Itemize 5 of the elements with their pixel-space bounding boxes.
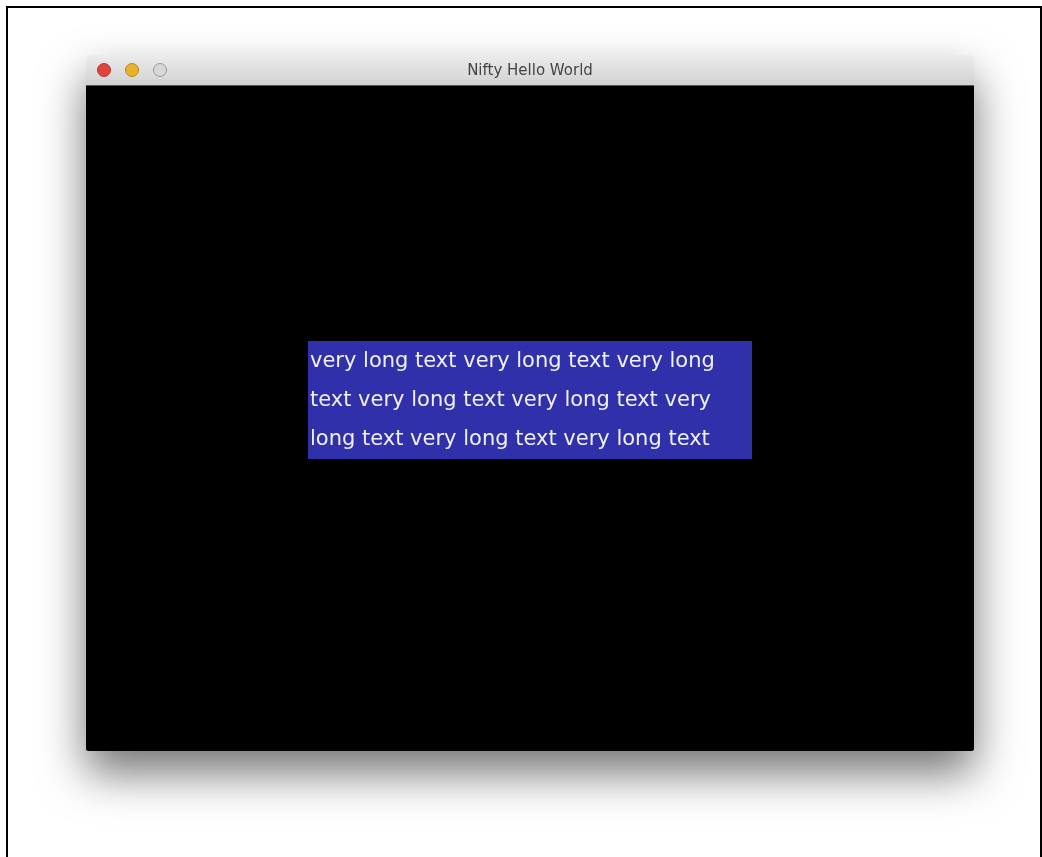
text-panel: very long text very long text very long text very long text very long text very long text very long text very long text — [308, 341, 752, 459]
minimize-button[interactable] — [125, 63, 139, 77]
window-title: Nifty Hello World — [467, 61, 593, 79]
close-button[interactable] — [97, 63, 111, 77]
zoom-button[interactable] — [153, 63, 167, 77]
